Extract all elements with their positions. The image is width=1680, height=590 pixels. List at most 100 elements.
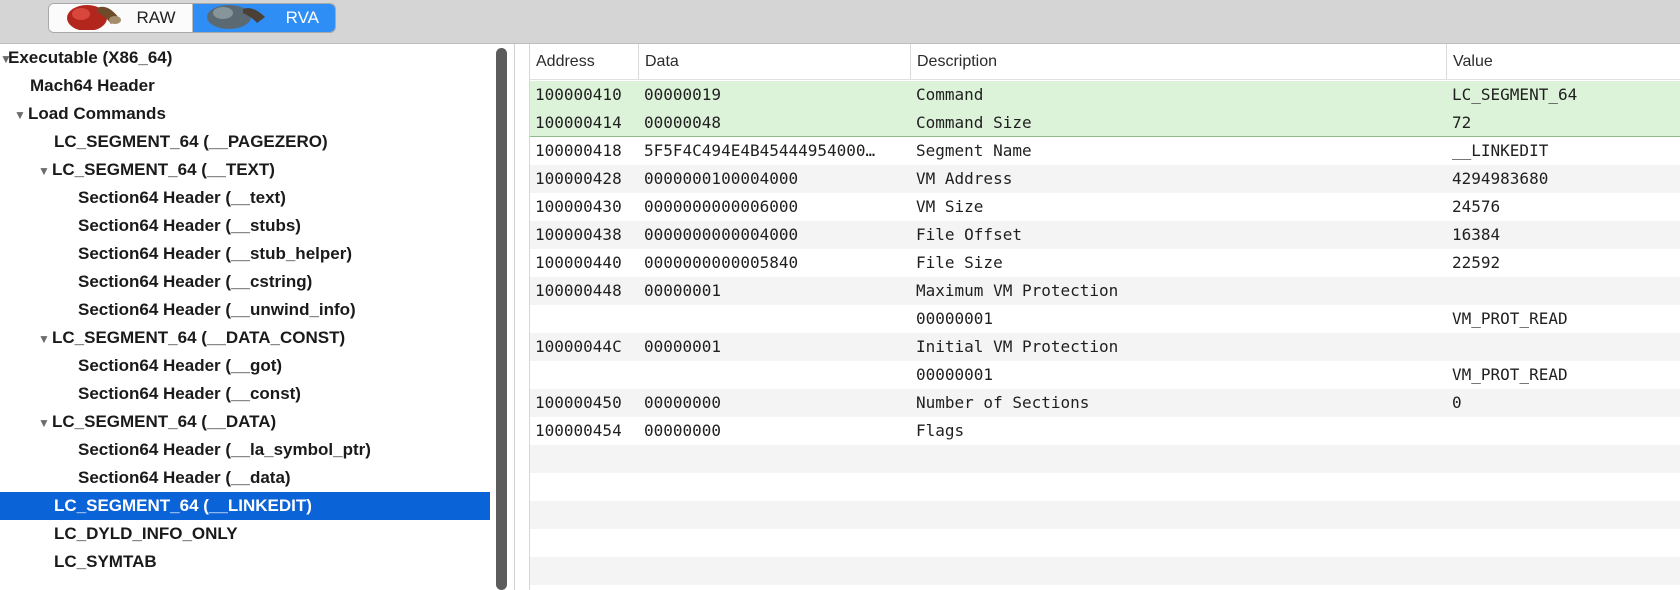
rocket-icon: [206, 5, 265, 29]
cell-description: Command Size: [916, 113, 1032, 132]
tree-item-label: LC_SEGMENT_64 (__PAGEZERO): [54, 132, 328, 151]
cell-description: Flags: [916, 421, 965, 440]
tree-item-symtab[interactable]: LC_SYMTAB: [0, 548, 490, 576]
tree-item-section-unwind-info[interactable]: Section64 Header (__unwind_info): [0, 296, 490, 324]
tree-item-segment-pagezero[interactable]: LC_SEGMENT_64 (__PAGEZERO): [0, 128, 490, 156]
table-row[interactable]: 00000001 VM_PROT_READ: [530, 305, 1680, 333]
cell-address: 100000448: [535, 281, 622, 300]
table-row[interactable]: 100000410 00000019 Command LC_SEGMENT_64: [530, 81, 1680, 109]
apple-logo-icon: [67, 5, 121, 30]
raw-mode-button[interactable]: RAW: [49, 4, 193, 32]
tree-item-segment-linkedit[interactable]: LC_SEGMENT_64 (__LINKEDIT): [0, 492, 490, 520]
cell-data: 0000000000006000: [644, 197, 799, 216]
tree-item-section-stubs[interactable]: Section64 Header (__stubs): [0, 212, 490, 240]
table-row[interactable]: 100000438 0000000000004000 File Offset 1…: [530, 221, 1680, 249]
detail-table: Address Data Description Value 100000410…: [530, 44, 1680, 590]
table-row[interactable]: 10000044C 00000001 Initial VM Protection: [530, 333, 1680, 361]
tree-item-segment-data-const[interactable]: ▼ LC_SEGMENT_64 (__DATA_CONST): [0, 324, 490, 352]
split-view-divider[interactable]: [514, 44, 515, 590]
tree-item-label: Section64 Header (__data): [78, 468, 291, 487]
cell-data: 00000048: [644, 113, 722, 132]
cell-address: 100000410: [535, 85, 622, 104]
tree-item-mach64-header[interactable]: Mach64 Header: [0, 72, 490, 100]
tree-item-section-const[interactable]: Section64 Header (__const): [0, 380, 490, 408]
tree-scrollbar[interactable]: [496, 48, 507, 590]
tree-item-label: Load Commands: [28, 104, 166, 123]
cell-data: 5F5F4C494E4B45444954000…: [644, 141, 876, 160]
empty-row: [530, 473, 1680, 501]
column-header-address[interactable]: Address: [530, 44, 638, 79]
tree-item-label: Section64 Header (__la_symbol_ptr): [78, 440, 371, 459]
table-header: Address Data Description Value: [530, 44, 1680, 80]
rva-mode-label: RVA: [285, 8, 319, 27]
tree-item-section-la-symbol-ptr[interactable]: Section64 Header (__la_symbol_ptr): [0, 436, 490, 464]
tree-item-label: LC_SEGMENT_64 (__TEXT): [52, 160, 275, 179]
cell-address: 100000418: [535, 141, 622, 160]
view-mode-segmented-control: RAW RVA: [48, 3, 336, 33]
cell-value: 4294983680: [1452, 169, 1549, 188]
table-row[interactable]: 100000448 00000001 Maximum VM Protection: [530, 277, 1680, 305]
empty-row: [530, 501, 1680, 529]
disclosure-triangle-icon[interactable]: ▼: [0, 45, 12, 73]
table-row[interactable]: 100000440 0000000000005840 File Size 225…: [530, 249, 1680, 277]
disclosure-triangle-icon[interactable]: ▼: [38, 409, 52, 437]
tree-item-label: Section64 Header (__text): [78, 188, 286, 207]
tree-item-label: LC_DYLD_INFO_ONLY: [54, 524, 238, 543]
cell-address: 100000454: [535, 421, 622, 440]
cell-value: 24576: [1452, 197, 1501, 216]
table-row[interactable]: 100000418 5F5F4C494E4B45444954000… Segme…: [530, 137, 1680, 165]
cell-data: 00000000: [644, 393, 722, 412]
cell-description: Command: [916, 85, 984, 104]
table-row[interactable]: 100000454 00000000 Flags: [530, 417, 1680, 445]
table-row[interactable]: 100000414 00000048 Command Size 72: [530, 109, 1680, 137]
tree-item-section-text[interactable]: Section64 Header (__text): [0, 184, 490, 212]
tree-item-segment-data[interactable]: ▼ LC_SEGMENT_64 (__DATA): [0, 408, 490, 436]
tree-item-section-got[interactable]: Section64 Header (__got): [0, 352, 490, 380]
cell-data: 00000000: [644, 421, 722, 440]
cell-description: Number of Sections: [916, 393, 1090, 412]
table-row[interactable]: 100000428 0000000100004000 VM Address 42…: [530, 165, 1680, 193]
column-header-value[interactable]: Value: [1446, 44, 1680, 79]
tree-item-section-data[interactable]: Section64 Header (__data): [0, 464, 490, 492]
cell-value: 72: [1452, 113, 1472, 132]
cell-value: VM_PROT_READ: [1452, 365, 1568, 384]
tree-item-label: Section64 Header (__got): [78, 356, 283, 375]
tree-item-executable[interactable]: ▼Executable (X86_64): [0, 44, 490, 72]
table-row[interactable]: 100000450 00000000 Number of Sections 0: [530, 389, 1680, 417]
tree-item-label: Section64 Header (__stub_helper): [78, 244, 352, 263]
cell-address: 100000428: [535, 169, 622, 188]
cell-description: Initial VM Protection: [916, 337, 1119, 356]
cell-data: 00000001: [644, 281, 722, 300]
tree-item-load-commands[interactable]: ▼ Load Commands: [0, 100, 490, 128]
rva-mode-button[interactable]: RVA: [192, 4, 335, 32]
tree-item-label: Section64 Header (__unwind_info): [78, 300, 356, 319]
column-header-description[interactable]: Description: [910, 44, 1447, 79]
tree-item-label: Section64 Header (__const): [78, 384, 301, 403]
tree-item-section-stub-helper[interactable]: Section64 Header (__stub_helper): [0, 240, 490, 268]
cell-description: VM Address: [916, 169, 1013, 188]
disclosure-triangle-icon[interactable]: ▼: [38, 157, 52, 185]
disclosure-triangle-icon[interactable]: ▼: [38, 325, 52, 353]
disclosure-triangle-icon[interactable]: ▼: [14, 101, 28, 129]
toolbar: RAW RVA: [0, 0, 1680, 44]
tree-item-label: Section64 Header (__cstring): [78, 272, 313, 291]
tree-item-section-cstring[interactable]: Section64 Header (__cstring): [0, 268, 490, 296]
table-row[interactable]: 100000430 0000000000006000 VM Size 24576: [530, 193, 1680, 221]
load-commands-tree: ▼Executable (X86_64) Mach64 Header ▼ Load…: [0, 44, 490, 590]
tree-item-dyld-info-only[interactable]: LC_DYLD_INFO_ONLY: [0, 520, 490, 548]
tree-item-segment-text[interactable]: ▼ LC_SEGMENT_64 (__TEXT): [0, 156, 490, 184]
cell-value: VM_PROT_READ: [1452, 309, 1568, 328]
column-header-data[interactable]: Data: [638, 44, 911, 79]
empty-row: [530, 529, 1680, 557]
table-row[interactable]: 00000001 VM_PROT_READ: [530, 361, 1680, 389]
cell-description: Maximum VM Protection: [916, 281, 1119, 300]
cell-data: 00000001: [644, 337, 722, 356]
cell-value: 22592: [1452, 253, 1501, 272]
empty-row: [530, 445, 1680, 473]
tree-item-label: Section64 Header (__stubs): [78, 216, 301, 235]
cell-description: 00000001: [916, 309, 994, 328]
cell-data: 0000000000005840: [644, 253, 799, 272]
cell-data: 0000000000004000: [644, 225, 799, 244]
tree-item-label: LC_SEGMENT_64 (__DATA): [52, 412, 277, 431]
cell-description: Segment Name: [916, 141, 1032, 160]
